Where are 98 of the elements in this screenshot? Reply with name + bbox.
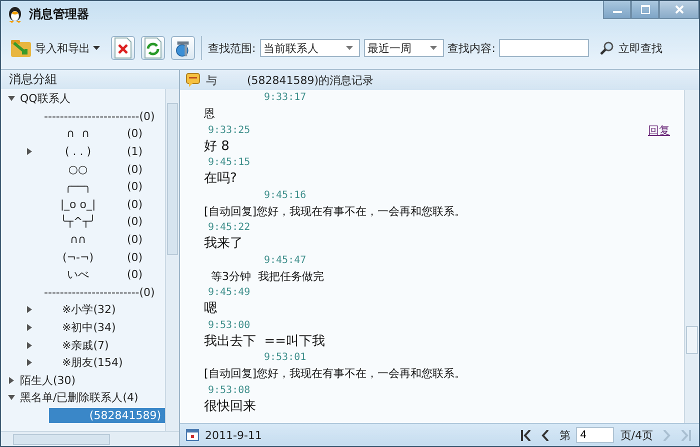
minimize-button[interactable] <box>603 1 631 19</box>
message-text: 嗯 <box>204 300 218 318</box>
item-count: (0) <box>127 198 143 211</box>
collapsed-arrow-icon[interactable] <box>26 342 32 349</box>
tree-item[interactable]: ※亲戚(7) <box>59 336 112 354</box>
tree-item[interactable]: ※朋友(154) <box>59 354 126 372</box>
message-time: 9:33:25 <box>208 124 250 136</box>
tree-item[interactable]: ○○ <box>43 162 113 177</box>
message-text: 我来了 <box>204 235 244 252</box>
tree-item[interactable]: ※小学(32) <box>59 301 119 318</box>
reply-link[interactable]: 回复 <box>648 122 670 138</box>
tools-button[interactable] <box>171 36 195 60</box>
tree-item[interactable]: ∩∩ <box>43 232 113 248</box>
folder-arrow-icon <box>10 37 32 59</box>
collapsed-arrow-icon[interactable] <box>8 376 14 384</box>
message-text: 我出去下 ==叫下我 <box>204 332 326 350</box>
vertical-scrollbar[interactable] <box>165 89 179 431</box>
document-x-icon <box>114 37 132 59</box>
item-count: (0) <box>127 162 143 176</box>
conversation-prefix: 与 <box>206 72 217 88</box>
item-count: (1) <box>127 145 143 158</box>
collapsed-arrow-icon[interactable] <box>26 306 32 314</box>
item-count: (0) <box>127 268 143 282</box>
item-count: (0) <box>127 215 143 228</box>
message-time: 9:45:16 <box>264 190 306 200</box>
item-count: (0) <box>127 250 143 264</box>
tree-item[interactable]: いべ <box>43 266 113 284</box>
tree-item[interactable]: (¬-¬) <box>43 250 113 265</box>
message-text: 很快回来 <box>204 398 257 415</box>
tree-item[interactable]: (582841589) <box>49 408 165 423</box>
tree-item[interactable]: QQ联系人 <box>17 90 74 108</box>
message-time: 9:45:49 <box>208 287 250 298</box>
penguin-icon <box>7 5 23 23</box>
collapsed-arrow-icon[interactable] <box>26 359 32 366</box>
date-label: 2011-9-11 <box>205 428 262 442</box>
period-dropdown[interactable]: 最近一周 <box>364 39 444 57</box>
scope-label: 查找范围: <box>208 40 256 56</box>
message-text: [自动回复]您好，我现在有事不在，一会再和您联系。 <box>204 204 467 220</box>
message-time: 9:45:47 <box>264 254 306 266</box>
page-prefix: 第 <box>559 428 570 442</box>
previous-page-icon <box>541 430 552 440</box>
message-text: 在吗? <box>204 170 238 188</box>
delete-button[interactable] <box>111 36 135 60</box>
vertical-scrollbar[interactable] <box>684 90 699 423</box>
tree-item[interactable]: ( . . ) <box>43 144 113 160</box>
expanded-arrow-icon[interactable] <box>8 394 14 402</box>
page-suffix: 页/4页 <box>620 428 653 442</box>
search-icon <box>600 41 614 55</box>
chat-bubble-icon <box>186 73 200 87</box>
collapsed-arrow-icon[interactable] <box>26 148 32 156</box>
message-time: 9:33:17 <box>264 92 306 103</box>
dropdown-arrow-icon <box>430 46 437 50</box>
expanded-arrow-icon[interactable] <box>8 95 14 102</box>
message-time: 9:53:01 <box>264 352 306 363</box>
tree-item[interactable]: ※初中(34) <box>59 319 119 336</box>
refresh-button[interactable] <box>141 36 165 60</box>
tree-item[interactable]: 黑名单/已删除联系人(4) <box>17 389 142 406</box>
tree-item[interactable]: |_o o_| <box>43 196 113 212</box>
sidebar-title: 消息分組 <box>1 70 179 89</box>
message-time: 9:45:15 <box>208 157 250 168</box>
first-page-icon <box>521 430 532 440</box>
message-time: 9:53:00 <box>208 320 250 330</box>
message-text: 恩 <box>204 106 216 122</box>
horizontal-scrollbar[interactable] <box>1 431 179 446</box>
scope-dropdown[interactable]: 当前联系人 <box>260 39 360 57</box>
close-button[interactable] <box>659 1 699 19</box>
search-field[interactable] <box>499 39 590 57</box>
tree-item[interactable]: ∩ ∩ <box>43 126 113 142</box>
maximize-icon <box>640 5 650 14</box>
message-text: 好 8 <box>204 138 230 155</box>
item-count: (0) <box>127 233 143 246</box>
maximize-button[interactable] <box>631 1 659 19</box>
tree-item[interactable]: ------------------------(0) <box>41 108 158 124</box>
dropdown-arrow-icon <box>346 46 353 50</box>
message-time: 9:45:22 <box>208 222 250 233</box>
message-time: 9:53:08 <box>208 384 250 396</box>
message-text: 等3分钟 我把任务做完 <box>210 268 325 284</box>
tree-item[interactable]: ╰┬^┬╯ <box>43 214 113 230</box>
collapsed-arrow-icon[interactable] <box>26 324 32 332</box>
content-label: 查找内容: <box>448 40 496 56</box>
last-page-icon <box>681 430 691 440</box>
page-field[interactable]: 4 <box>576 427 614 443</box>
close-icon <box>674 5 684 14</box>
conversation-title: (582841589)的消息记录 <box>247 72 374 88</box>
tree-item[interactable]: 陌生人(30) <box>17 372 79 389</box>
message-text: [自动回复]您好，我现在有事不在，一会再和您联系。 <box>204 366 467 382</box>
document-refresh-icon <box>144 37 162 59</box>
item-count: (0) <box>127 127 143 140</box>
next-page-icon <box>661 430 671 440</box>
search-button[interactable]: 立即查找 <box>597 38 666 58</box>
item-count: (0) <box>127 180 143 194</box>
first-page-button[interactable] <box>519 430 534 440</box>
calendar-icon <box>186 429 199 441</box>
window-title: 消息管理器 <box>29 6 89 22</box>
tree-item[interactable]: ------------------------(0) <box>41 284 158 300</box>
tree-item[interactable]: ╭──╮ <box>43 179 113 194</box>
caret-icon <box>93 46 100 50</box>
import-export-button[interactable]: 导入和导出 <box>7 34 103 62</box>
